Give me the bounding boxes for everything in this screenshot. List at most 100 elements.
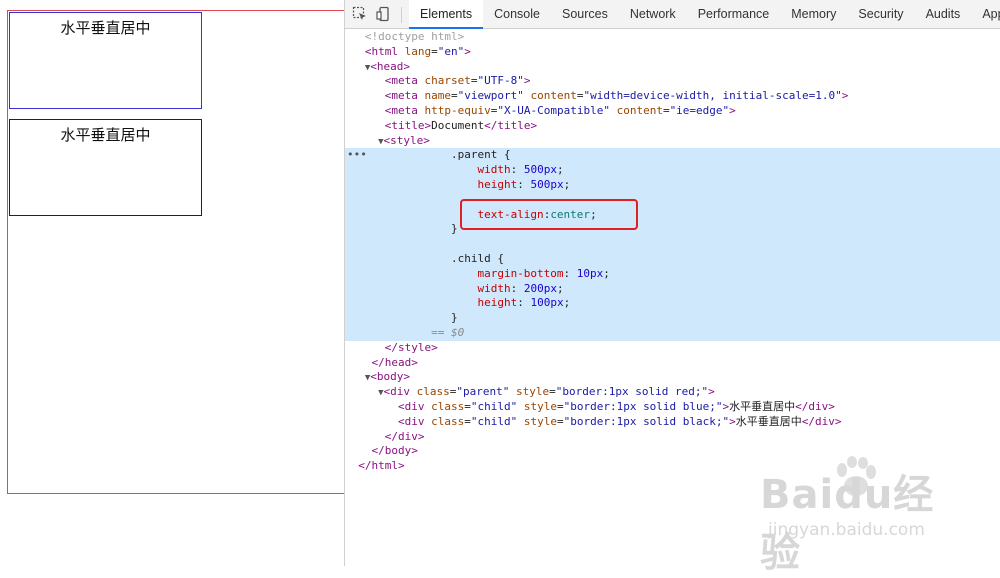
css-line-width[interactable]: width: 200px; xyxy=(345,281,1000,297)
dom-line-doctype[interactable]: <!doctype html> xyxy=(345,30,1000,45)
device-toolbar-icon[interactable] xyxy=(376,6,392,22)
css-line-height[interactable]: height: 500px; xyxy=(345,177,1000,193)
devtools-tabbar: Elements Console Sources Network Perform… xyxy=(345,0,1000,29)
attr-style: style xyxy=(523,414,557,428)
title-open-tag: <title> xyxy=(384,118,432,132)
tab-network[interactable]: Network xyxy=(619,0,687,28)
css-line-parent-selector[interactable]: ••• .parent { xyxy=(345,148,1000,164)
body-tag: <body> xyxy=(370,370,411,384)
tab-console[interactable]: Console xyxy=(483,0,551,28)
dom-line-body-open[interactable]: ▼<body> xyxy=(345,370,1000,385)
title-text: Document xyxy=(431,118,485,132)
parent-div-red-border: 水平垂直居中 水平垂直居中 xyxy=(7,10,345,494)
toolbar-separator xyxy=(401,7,402,23)
div-tag: <div xyxy=(383,385,411,399)
attr-style: style xyxy=(523,399,557,413)
css-brace: } xyxy=(450,311,458,325)
div-text: 水平垂直居中 xyxy=(735,414,802,428)
dom-line-head-open[interactable]: ▼<head> xyxy=(345,60,1000,75)
selected-node-marker: == $0 xyxy=(431,325,465,339)
css-line-width[interactable]: width: 500px; xyxy=(345,163,1000,178)
val-name: "viewport" xyxy=(457,89,524,103)
div-close-tag: </div> xyxy=(384,429,425,443)
tab-memory[interactable]: Memory xyxy=(780,0,847,28)
dom-line-body-close[interactable]: </body> xyxy=(345,444,1000,459)
dom-line-div-child-black[interactable]: <div class="child" style="border:1px sol… xyxy=(345,415,1000,430)
css-line-blank xyxy=(345,237,1000,252)
attr-content: content xyxy=(616,103,663,117)
val-http-equiv: "X-UA-Compatible" xyxy=(497,103,610,117)
css-val: 500px xyxy=(523,163,557,177)
val-style: "border:1px solid blue;" xyxy=(563,399,723,413)
attr-style: style xyxy=(516,385,550,399)
dom-line-html-open[interactable]: <html lang="en"> xyxy=(345,45,1000,60)
html-tag: <html xyxy=(364,44,398,58)
attr-lang: lang xyxy=(404,44,432,58)
attr-content: content xyxy=(530,89,577,103)
highlight-annotation-box xyxy=(460,199,638,230)
dom-line-style-close[interactable]: </style> xyxy=(345,341,1000,356)
attr-class: class xyxy=(431,399,465,413)
css-line-margin-bottom[interactable]: margin-bottom: 10px; xyxy=(345,266,1000,282)
page-preview: 水平垂直居中 水平垂直居中 xyxy=(0,0,345,566)
attr-charset: charset xyxy=(424,74,471,88)
child-div-blue: 水平垂直居中 xyxy=(9,12,202,109)
css-prop: width xyxy=(477,163,511,177)
css-line-close: } xyxy=(345,311,1000,326)
val-charset: "UTF-8" xyxy=(477,74,524,88)
val-lang: "en" xyxy=(437,44,465,58)
attr-http-equiv: http-equiv xyxy=(424,103,491,117)
child-div-black: 水平垂直居中 xyxy=(9,119,202,216)
meta-tag: <meta xyxy=(384,103,418,117)
css-line-blank xyxy=(345,192,1000,208)
css-selector-parent: .parent { xyxy=(450,148,511,162)
div-tag: <div xyxy=(397,414,425,428)
css-line-selected-marker: == $0 xyxy=(345,325,1000,341)
tab-elements[interactable]: Elements xyxy=(409,0,484,29)
css-line-text-align[interactable]: text-align:center; xyxy=(345,207,1000,223)
dom-line-div-parent[interactable]: ▼<div class="parent" style="border:1px s… xyxy=(345,385,1000,400)
tab-sources[interactable]: Sources xyxy=(551,0,619,28)
html-close-tag: </html> xyxy=(358,459,405,473)
dom-line-div-child-blue[interactable]: <div class="child" style="border:1px sol… xyxy=(345,400,1000,415)
dom-line-title[interactable]: <title>Document</title> xyxy=(345,119,1000,134)
tab-list: Elements Console Sources Network Perform… xyxy=(409,0,1000,29)
css-line-child-selector[interactable]: .child { xyxy=(345,251,1000,267)
doctype-text: <!doctype html> xyxy=(364,30,465,43)
val-style: "border:1px solid black;" xyxy=(563,414,730,428)
head-tag: <head> xyxy=(370,59,411,73)
head-close-tag: </head> xyxy=(371,355,418,369)
dom-line-style-open[interactable]: ▼<style> xyxy=(345,134,1000,149)
css-val: 10px xyxy=(576,266,604,280)
css-prop: width xyxy=(477,281,511,295)
tab-application[interactable]: Applicatio xyxy=(971,0,1000,28)
attr-name: name xyxy=(424,89,452,103)
dom-tree: <!doctype html> <html lang="en"> ▼<head>… xyxy=(345,30,1000,474)
tab-audits[interactable]: Audits xyxy=(915,0,972,28)
css-prop: height xyxy=(477,296,518,310)
tab-security[interactable]: Security xyxy=(847,0,914,28)
dom-line-meta-viewport[interactable]: <meta name="viewport" content="width=dev… xyxy=(345,89,1000,104)
style-close-tag: </style> xyxy=(384,340,438,354)
attr-class: class xyxy=(416,385,450,399)
dom-line-meta-charset[interactable]: <meta charset="UTF-8"> xyxy=(345,74,1000,89)
attr-class: class xyxy=(431,414,465,428)
val-class: "parent" xyxy=(456,385,510,399)
dom-line-head-close[interactable]: </head> xyxy=(345,356,1000,371)
meta-tag: <meta xyxy=(384,89,418,103)
val-content: "width=device-width, initial-scale=1.0" xyxy=(583,89,842,103)
dom-line-meta-compat[interactable]: <meta http-equiv="X-UA-Compatible" conte… xyxy=(345,104,1000,119)
val-style: "border:1px solid red;" xyxy=(555,385,709,399)
inspect-element-icon[interactable] xyxy=(352,6,368,22)
div-tag: <div xyxy=(397,399,425,413)
css-selector-child: .child { xyxy=(450,251,504,265)
css-line-height[interactable]: height: 100px; xyxy=(345,296,1000,312)
title-close-tag: </title> xyxy=(484,118,538,132)
div-text: 水平垂直居中 xyxy=(729,399,796,413)
baidu-jingyan-watermark: Baidu经验 jingyan.baidu.com xyxy=(760,456,960,576)
watermark-url-text: jingyan.baidu.com xyxy=(768,520,925,540)
dom-line-div-close[interactable]: </div> xyxy=(345,430,1000,445)
css-prop: margin-bottom xyxy=(477,266,564,280)
more-options-icon[interactable]: ••• xyxy=(347,148,367,163)
tab-performance[interactable]: Performance xyxy=(687,0,781,28)
